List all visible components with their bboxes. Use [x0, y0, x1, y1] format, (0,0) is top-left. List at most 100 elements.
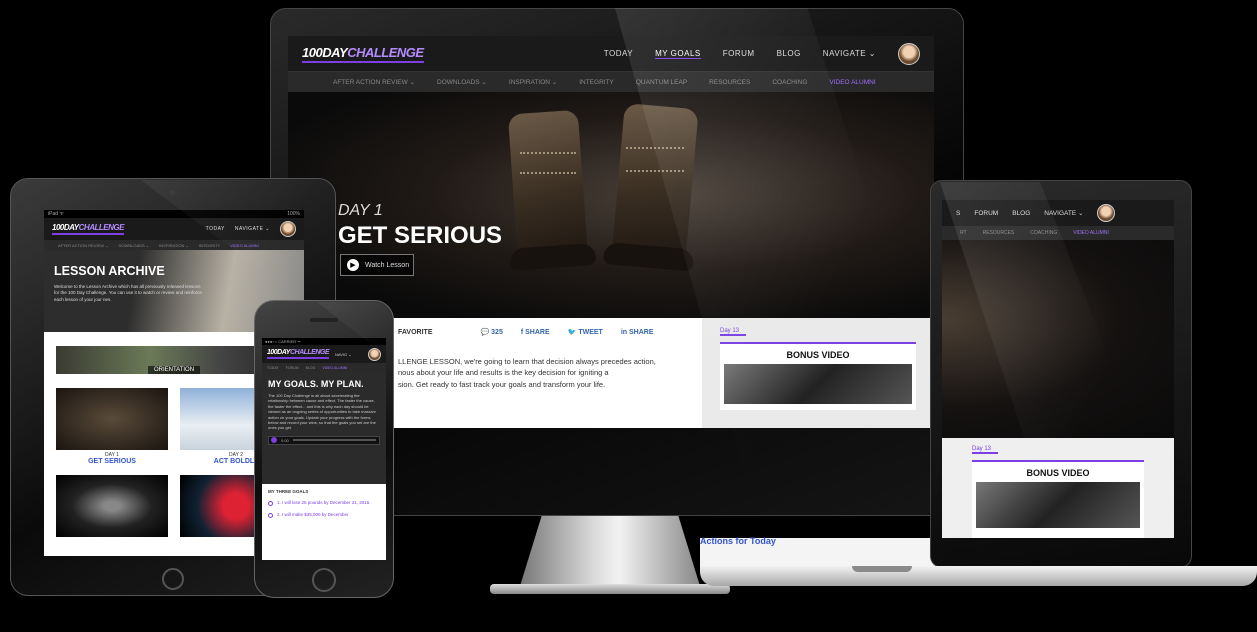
tablet-top-nav: 100DAYCHALLENGE TODAY NAVIGATE ⌄: [44, 218, 304, 240]
lesson-archive-title: LESSON ARCHIVE: [54, 264, 165, 278]
tablet-subnav-downloads[interactable]: DOWNLOADS ⌄: [118, 243, 149, 248]
linkedin-share-button[interactable]: in SHARE: [621, 329, 654, 336]
phone-user-avatar[interactable]: [368, 347, 381, 361]
laptop-subnav-resources[interactable]: RESOURCES: [983, 230, 1015, 236]
laptop-bonus-thumbnail[interactable]: [976, 482, 1140, 528]
laptop-menu-forum[interactable]: FORUM: [974, 210, 998, 217]
phone-screen: ●●●○○ CARRIER ᯤ 100DAYCHALLENGE NAVIG ⌄ …: [262, 338, 386, 560]
bonus-sidebar: Day 13 BONUS VIDEO: [702, 318, 934, 428]
laptop-subnav-coaching[interactable]: COACHING: [1030, 230, 1057, 236]
tablet-subnav-video-alumni[interactable]: VIDEO ALUMNI: [230, 243, 258, 248]
goals-title: MY GOALS. MY PLAN.: [268, 379, 364, 389]
tablet-subnav-after-action[interactable]: AFTER ACTION REVIEW ⌄: [58, 243, 108, 248]
play-icon: ▶: [347, 259, 359, 271]
boot-right-image: [611, 103, 699, 265]
comments-button[interactable]: 💬 325: [480, 328, 502, 336]
laptop-subnav-item[interactable]: RT: [960, 230, 967, 236]
goal-item[interactable]: 2. I will make $35,000 by December: [268, 512, 380, 518]
laptop-menu-item[interactable]: S: [956, 210, 960, 217]
laptop-user-avatar[interactable]: [1097, 204, 1116, 222]
subnav-downloads[interactable]: DOWNLOADS ⌄: [437, 78, 487, 86]
desktop-top-nav: 100DAYCHALLENGE TODAY MY GOALS FORUM BLO…: [288, 36, 934, 72]
lesson-card[interactable]: [56, 475, 168, 537]
subnav-coaching[interactable]: COACHING: [772, 79, 807, 86]
boot-left-image: [507, 109, 589, 265]
lesson-thumbnail-boots[interactable]: [56, 388, 168, 450]
goal-checkbox[interactable]: [268, 513, 273, 518]
comment-icon: 💬: [480, 329, 492, 336]
tablet-menu-today[interactable]: TODAY: [206, 226, 225, 232]
laptop-notch: [852, 566, 912, 572]
desktop-stand: [520, 516, 700, 586]
desktop-main-menu: TODAY MY GOALS FORUM BLOG NAVIGATE ⌄: [604, 42, 920, 65]
tablet-user-avatar[interactable]: [280, 221, 296, 237]
tablet-subnav-inspiration[interactable]: INSPIRATION ⌄: [159, 243, 189, 248]
phone-logo[interactable]: 100DAYCHALLENGE: [267, 349, 330, 359]
laptop-hero-image: [942, 240, 1174, 438]
actions-for-today-heading: Actions for Today: [700, 536, 776, 546]
phone-subnav-forum[interactable]: FORUM: [286, 366, 299, 370]
laptop-bonus-title: BONUS VIDEO: [1026, 468, 1090, 478]
goal-item[interactable]: 1. I will lose 25 pounds by December 31,…: [268, 500, 380, 506]
menu-today[interactable]: TODAY: [604, 49, 633, 58]
goals-description: The 100 Day Challenge is all about accel…: [268, 393, 376, 431]
hero-title: GET SERIOUS: [338, 222, 503, 249]
menu-forum[interactable]: FORUM: [723, 49, 755, 58]
social-bar: FAVORITE 💬 325 f SHARE 🐦 TWEET in SHARE: [398, 328, 692, 337]
lesson-card[interactable]: DAY 1 GET SERIOUS: [56, 388, 168, 465]
menu-navigate[interactable]: NAVIGATE ⌄: [823, 49, 876, 58]
laptop-base: [700, 566, 1257, 586]
watch-lesson-button[interactable]: ▶ Watch Lesson: [340, 254, 414, 276]
goal-checkbox[interactable]: [268, 501, 273, 506]
lesson-archive-intro: Welcome to the Lesson Archive which has …: [54, 284, 202, 302]
user-avatar[interactable]: [898, 42, 920, 65]
phone-subnav-blog[interactable]: BLOG: [306, 366, 316, 370]
site-logo[interactable]: 100DAYCHALLENGE: [302, 45, 424, 63]
play-icon[interactable]: [271, 437, 277, 444]
phone-home-button[interactable]: [312, 568, 336, 592]
subnav-inspiration[interactable]: INSPIRATION ⌄: [509, 78, 557, 86]
laptop-bonus-card[interactable]: BONUS VIDEO: [972, 460, 1144, 538]
watch-lesson-label: Watch Lesson: [365, 261, 410, 269]
tablet-menu-navigate[interactable]: NAVIGATE ⌄: [235, 226, 270, 232]
laptop-day-tab[interactable]: Day 13: [972, 446, 998, 454]
audio-progress-bar[interactable]: [292, 439, 376, 442]
subnav-resources[interactable]: RESOURCES: [709, 79, 750, 86]
audio-player[interactable]: 0:00: [268, 435, 380, 445]
phone-subnav-video-alumni[interactable]: VIDEO ALUMNI: [322, 366, 347, 370]
twitter-icon: 🐦: [567, 329, 579, 336]
goals-list: MY THREE GOALS 1. I will lose 25 pounds …: [262, 484, 386, 560]
lesson-hero: DAY 1 GET SERIOUS ▶ Watch Lesson: [288, 92, 934, 318]
facebook-share-button[interactable]: f SHARE: [521, 329, 550, 336]
phone-top-nav: 100DAYCHALLENGE NAVIG ⌄: [262, 345, 386, 363]
phone-subnav-today[interactable]: TODAY: [267, 366, 279, 370]
subnav-integrity[interactable]: INTEGRITY: [579, 79, 614, 86]
laptop-subnav-video-alumni[interactable]: VIDEO ALUMNI: [1073, 230, 1109, 236]
laptop-menu-navigate[interactable]: NAVIGATE ⌄: [1044, 209, 1083, 217]
phone-navigate-menu[interactable]: NAVIG ⌄: [335, 352, 352, 357]
bonus-video-card[interactable]: BONUS VIDEO: [720, 342, 916, 410]
orientation-label: ORIENTATION: [147, 366, 201, 374]
tablet-logo[interactable]: 100DAYCHALLENGE: [52, 223, 124, 235]
goals-intro: MY GOALS. MY PLAN. The 100 Day Challenge…: [262, 372, 386, 484]
subnav-after-action-review[interactable]: AFTER ACTION REVIEW ⌄: [333, 78, 415, 86]
subnav-video-alumni[interactable]: VIDEO ALUMNI: [829, 79, 875, 86]
lesson-description: LLENGE LESSON, we're going to learn that…: [398, 357, 656, 389]
lesson-thumbnail-hourglass[interactable]: [56, 475, 168, 537]
tablet-home-button[interactable]: [162, 568, 184, 590]
tweet-button[interactable]: 🐦 TWEET: [568, 328, 603, 336]
laptop-menu-blog[interactable]: BLOG: [1012, 210, 1030, 217]
subnav-quantum-leap[interactable]: QUANTUM LEAP: [636, 79, 687, 86]
menu-blog[interactable]: BLOG: [777, 49, 801, 58]
day-tab[interactable]: Day 13: [720, 328, 746, 336]
laptop-screen: S FORUM BLOG NAVIGATE ⌄ RT RESOURCES COA…: [942, 200, 1174, 538]
favorite-button[interactable]: FAVORITE: [398, 329, 432, 336]
lesson-link[interactable]: GET SERIOUS: [56, 458, 168, 465]
menu-my-goals[interactable]: MY GOALS: [655, 49, 701, 59]
goals-header: MY THREE GOALS: [268, 489, 309, 494]
tablet-subnav-integrity[interactable]: INTEGRITY: [199, 243, 220, 248]
linkedin-icon: in: [620, 328, 629, 336]
phone-status-bar: ●●●○○ CARRIER ᯤ: [262, 338, 386, 345]
bonus-video-thumbnail[interactable]: [724, 364, 912, 404]
audio-time: 0:00: [281, 437, 289, 443]
